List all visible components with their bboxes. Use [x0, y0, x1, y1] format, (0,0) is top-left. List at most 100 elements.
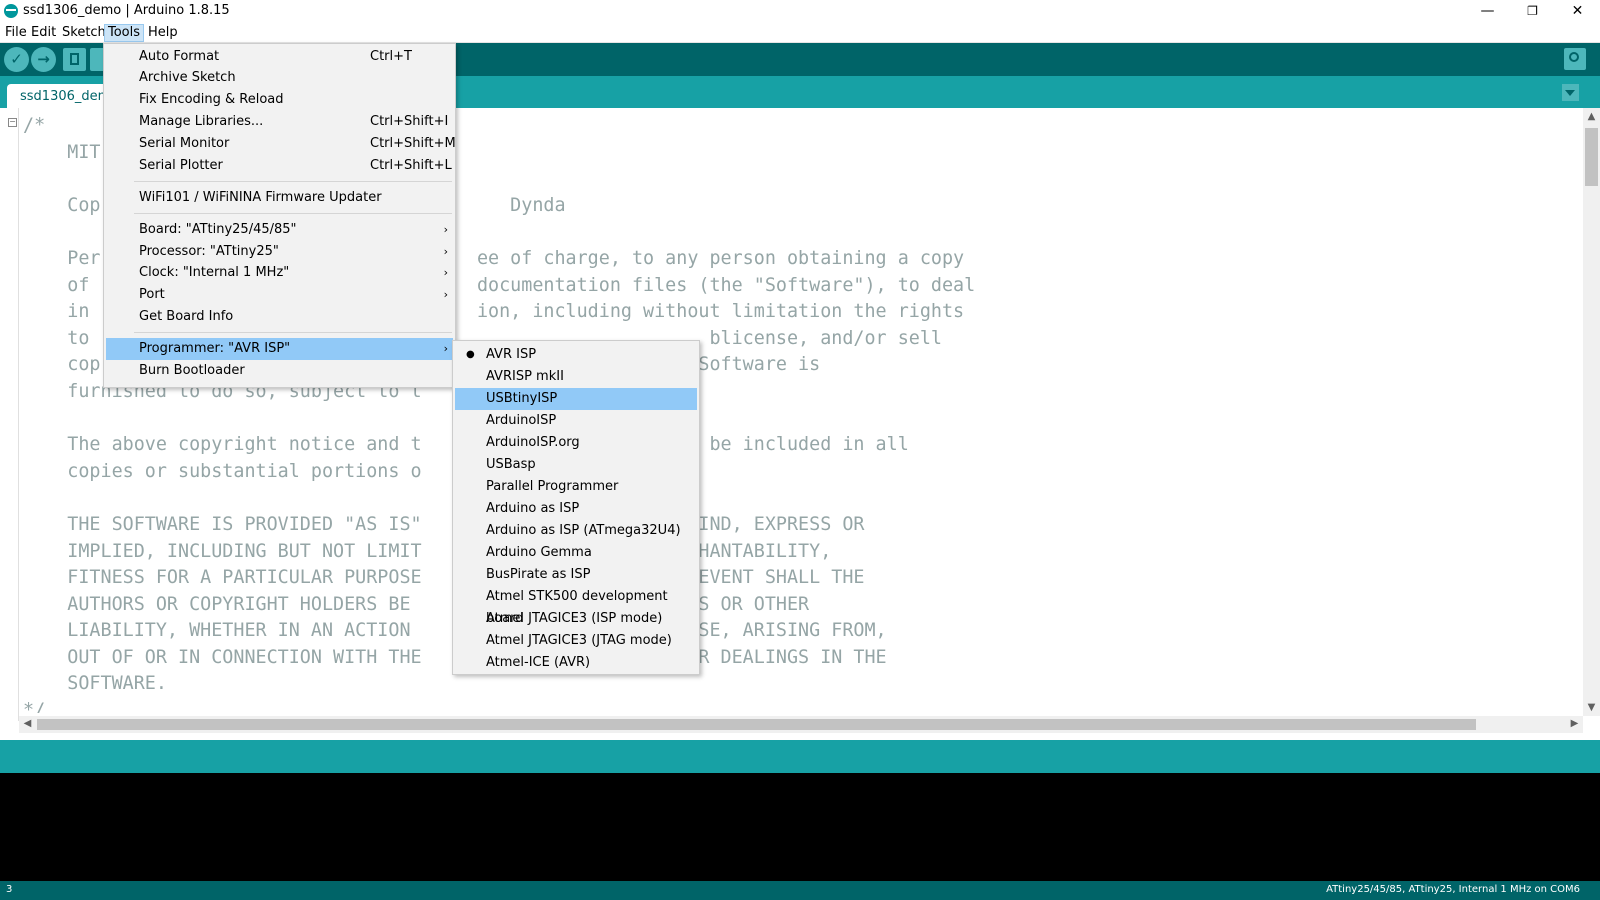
- menu-item-label: AVR ISP: [486, 347, 537, 362]
- menu-item-port[interactable]: Port ›: [106, 284, 453, 306]
- arduino-logo-icon: [4, 4, 18, 18]
- programmer-parallel[interactable]: Parallel Programmer: [455, 476, 697, 498]
- horizontal-scrollbar[interactable]: ◀ ▶: [19, 716, 1583, 733]
- code-line: SOFTWARE.: [23, 673, 167, 695]
- programmer-arduinoisp[interactable]: ArduinoISP: [455, 410, 697, 432]
- menu-separator: [134, 213, 452, 214]
- code-line: copies or substantial portions o: [23, 460, 422, 482]
- arrow-right-icon: →: [37, 50, 50, 68]
- programmer-stk500[interactable]: Atmel STK500 development board: [455, 586, 697, 626]
- verify-button[interactable]: ✓: [4, 47, 29, 72]
- menu-help[interactable]: Help: [145, 24, 181, 42]
- horizontal-scroll-thumb[interactable]: [37, 719, 1476, 730]
- tab-menu-dropdown[interactable]: [1562, 84, 1579, 101]
- menu-item-label: Serial Monitor: [139, 136, 230, 151]
- menu-item-board[interactable]: Board: "ATtiny25/45/85" ›: [106, 219, 453, 241]
- menu-sketch[interactable]: Sketch: [59, 24, 109, 42]
- fold-collapse-icon[interactable]: −: [8, 118, 17, 127]
- menu-item-label: Get Board Info: [139, 309, 234, 324]
- menu-item-label: Archive Sketch: [139, 70, 236, 85]
- menu-edit[interactable]: Edit: [28, 24, 59, 42]
- serial-monitor-button[interactable]: [1564, 48, 1586, 70]
- menu-item-label: Parallel Programmer: [486, 479, 619, 494]
- scroll-down-arrow-icon[interactable]: ▼: [1583, 702, 1600, 713]
- menu-item-label: Port: [139, 287, 165, 302]
- menu-item-label: USBtinyISP: [486, 391, 558, 406]
- vertical-scrollbar[interactable]: ▲ ▼: [1583, 108, 1600, 716]
- tools-menu: Auto Format Ctrl+T Archive Sketch Fix Enc…: [103, 43, 456, 388]
- menu-item-serial-monitor[interactable]: Serial Monitor Ctrl+Shift+M: [106, 133, 456, 155]
- programmer-usbtinyisp[interactable]: USBtinyISP: [455, 388, 697, 410]
- shortcut-label: Ctrl+Shift+L: [370, 158, 452, 173]
- minimize-button[interactable]: —: [1465, 0, 1510, 22]
- programmer-avr-isp[interactable]: ● AVR ISP: [455, 344, 697, 366]
- close-button[interactable]: ✕: [1555, 0, 1600, 22]
- console-output[interactable]: [0, 773, 1600, 881]
- menu-item-manage-libraries[interactable]: Manage Libraries... Ctrl+Shift+I: [106, 111, 453, 133]
- menu-item-clock[interactable]: Clock: "Internal 1 MHz" ›: [106, 262, 453, 284]
- menu-item-label: Fix Encoding & Reload: [139, 92, 284, 107]
- menu-item-label: Auto Format: [139, 49, 220, 64]
- shortcut-label: Ctrl+Shift+I: [370, 114, 449, 129]
- submenu-arrow-icon: ›: [443, 342, 448, 355]
- magnifier-icon: [1569, 52, 1579, 62]
- menu-item-archive-sketch[interactable]: Archive Sketch: [106, 67, 453, 89]
- code-line: FITNESS FOR A PARTICULAR PURPOSE IN NO E…: [23, 567, 865, 589]
- menu-item-label: Burn Bootloader: [139, 363, 245, 378]
- programmer-arduinoisp-org[interactable]: ArduinoISP.org: [455, 432, 697, 454]
- code-line: */: [23, 700, 46, 713]
- status-bar: 3 ATtiny25/45/85, ATtiny25, Internal 1 M…: [0, 881, 1600, 900]
- vertical-scroll-thumb[interactable]: [1585, 128, 1598, 186]
- code-line: THE SOFTWARE IS PROVIDED "AS IS" T ANY K…: [23, 513, 865, 535]
- selected-radio-icon: ●: [466, 349, 475, 360]
- menu-item-processor[interactable]: Processor: "ATtiny25" ›: [106, 241, 453, 263]
- message-area: [0, 740, 1600, 773]
- programmer-arduino-as-isp[interactable]: Arduino as ISP: [455, 498, 697, 520]
- menu-tools[interactable]: Tools: [104, 24, 145, 42]
- code-line: OUT OF OR IN CONNECTION WITH THE OR OTHE…: [67, 646, 887, 668]
- code-line: IMPLIED, INCLUDING BUT NOT LIMIT OF MERC…: [23, 540, 832, 562]
- programmer-avrisp-mkii[interactable]: AVRISP mkII: [455, 366, 697, 388]
- menu-item-programmer[interactable]: Programmer: "AVR ISP" ›: [106, 338, 453, 360]
- tab-ssd1306-demo[interactable]: ssd1306_demo: [7, 84, 107, 108]
- menu-item-label: Board: "ATtiny25/45/85": [139, 222, 297, 237]
- programmer-jtagice3-isp[interactable]: Atmel JTAGICE3 (ISP mode): [455, 608, 697, 630]
- maximize-button[interactable]: ❐: [1510, 0, 1555, 22]
- menu-item-label: USBasp: [486, 457, 536, 472]
- menu-item-label: AVRISP mkII: [486, 369, 564, 384]
- menu-item-label: ArduinoISP.org: [486, 435, 580, 450]
- programmer-arduino-as-isp-32u4[interactable]: Arduino as ISP (ATmega32U4): [455, 520, 697, 542]
- menu-item-serial-plotter[interactable]: Serial Plotter Ctrl+Shift+L: [106, 155, 453, 177]
- shortcut-label: Ctrl+T: [370, 49, 412, 64]
- menu-item-firmware-updater[interactable]: WiFi101 / WiFiNINA Firmware Updater: [106, 187, 453, 209]
- menu-item-fix-encoding[interactable]: Fix Encoding & Reload: [106, 89, 453, 111]
- shortcut-label: Ctrl+Shift+M: [370, 136, 456, 151]
- check-icon: ✓: [10, 50, 23, 68]
- menu-item-label: Serial Plotter: [139, 158, 223, 173]
- scroll-up-arrow-icon[interactable]: ▲: [1583, 111, 1600, 122]
- submenu-arrow-icon: ›: [443, 245, 448, 258]
- code-line: LIABILITY, WHETHER IN AN ACTION OTHERWIS…: [67, 620, 887, 642]
- code-line: The above copyright notice and t e shall…: [67, 434, 909, 456]
- new-sketch-button[interactable]: [63, 48, 86, 71]
- programmer-atmel-ice[interactable]: Atmel-ICE (AVR): [455, 652, 697, 674]
- window-title: ssd1306_demo | Arduino 1.8.15: [23, 3, 230, 18]
- menu-item-label: Atmel JTAGICE3 (ISP mode): [486, 611, 663, 626]
- programmer-arduino-gemma[interactable]: Arduino Gemma: [455, 542, 697, 564]
- menu-item-get-board-info[interactable]: Get Board Info: [106, 306, 453, 328]
- programmer-usbasp[interactable]: USBasp: [455, 454, 697, 476]
- upload-button[interactable]: →: [31, 47, 56, 72]
- scroll-right-arrow-icon[interactable]: ▶: [1566, 718, 1583, 729]
- menu-item-label: Arduino as ISP: [486, 501, 580, 516]
- menu-item-label: BusPirate as ISP: [486, 567, 591, 582]
- menu-item-burn-bootloader[interactable]: Burn Bootloader: [106, 360, 453, 382]
- programmer-buspirate[interactable]: BusPirate as ISP: [455, 564, 697, 586]
- submenu-arrow-icon: ›: [443, 223, 448, 236]
- scroll-left-arrow-icon[interactable]: ◀: [19, 718, 36, 729]
- menu-file[interactable]: File: [2, 24, 30, 42]
- submenu-arrow-icon: ›: [443, 288, 448, 301]
- programmer-jtagice3-jtag[interactable]: Atmel JTAGICE3 (JTAG mode): [455, 630, 697, 652]
- menu-item-auto-format[interactable]: Auto Format Ctrl+T: [106, 46, 453, 68]
